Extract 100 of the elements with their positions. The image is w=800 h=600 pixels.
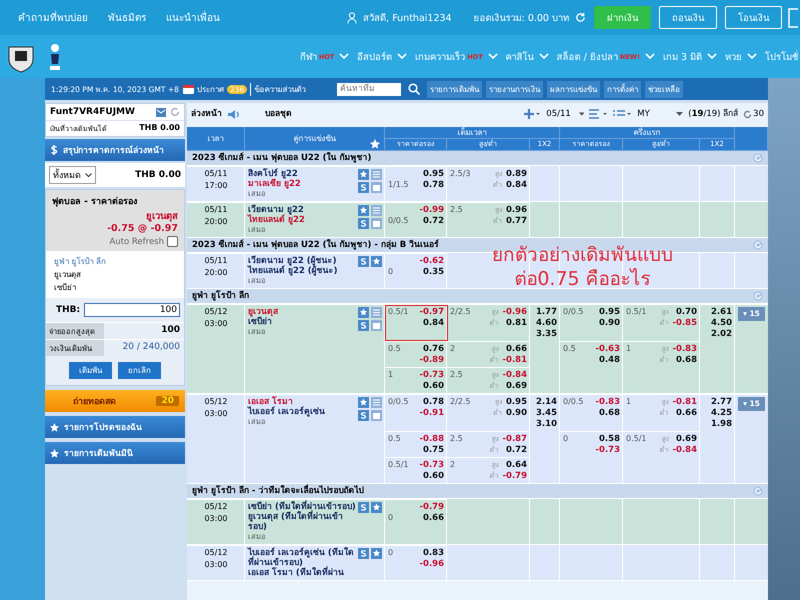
menu-button[interactable]: ช่วยเหลือ [645, 80, 683, 98]
odds-value[interactable]: -0.73 [393, 370, 444, 380]
odds-value[interactable]: 2.77 [711, 397, 732, 407]
search-icon[interactable] [408, 83, 420, 95]
panel-header[interactable]: รายการเดิมพันมินิ [45, 442, 185, 464]
odds-value[interactable]: 0.95 [408, 169, 444, 179]
dollar-icon[interactable] [358, 218, 369, 229]
odds-value[interactable]: 0.48 [576, 355, 620, 365]
auto-refresh-checkbox[interactable] [167, 236, 178, 247]
dollar-icon[interactable] [358, 320, 369, 331]
team-name[interactable]: ยูเวนตุส (ทีมใดที่ผ่านเข้ารอบ) [248, 512, 356, 532]
team-name[interactable]: เวียดนาม ยู22 (ผู้ชนะ) [248, 256, 338, 266]
odds-value[interactable]: -0.79 [393, 502, 444, 512]
chevron-icon[interactable] [644, 53, 655, 60]
star-icon[interactable] [371, 502, 382, 513]
odds-value[interactable]: 0.75 [400, 445, 444, 455]
panel-header[interactable]: สรุปการคาดการณ์ล่วงหน้า [45, 139, 185, 161]
odds-value[interactable]: 0.95 [584, 307, 620, 317]
odds-value[interactable]: -0.84 [672, 445, 697, 455]
odds-value[interactable]: 4.60 [536, 318, 557, 328]
odds-value[interactable]: -0.81 [672, 397, 697, 407]
odds-value[interactable]: -0.73 [568, 445, 620, 455]
menu-button[interactable]: ผลการแข่งขัน [547, 80, 600, 98]
live-stream-bar[interactable]: ถ่ายทอดสด 20 [45, 390, 185, 412]
logout-icon[interactable] [788, 8, 798, 28]
odds-value[interactable]: -0.97 [408, 307, 444, 317]
odds-value[interactable]: 0.70 [672, 307, 697, 317]
refresh-icon[interactable] [753, 240, 763, 250]
odds-value[interactable]: 0.66 [393, 513, 444, 523]
team-name[interactable]: เอเอส โรมา [248, 397, 325, 407]
odds-value[interactable]: 0.66 [672, 408, 697, 418]
chevron-icon[interactable] [339, 53, 350, 60]
chevron-icon[interactable] [397, 53, 408, 60]
list-icon[interactable] [613, 109, 632, 119]
star-icon[interactable] [370, 139, 380, 149]
refresh-icon[interactable] [753, 153, 763, 163]
team-name[interactable]: ไทยแลนด์ ยู22 [248, 215, 305, 225]
odds-value[interactable]: 1.98 [711, 419, 732, 429]
bet-slip-button[interactable]: ยกเลิก [118, 362, 161, 379]
odds-value[interactable]: 0.95 [506, 397, 527, 407]
star-icon[interactable] [358, 307, 369, 318]
odds-value[interactable]: 0.72 [408, 216, 444, 226]
odds-value[interactable]: 0.81 [502, 318, 527, 328]
odds-value[interactable]: 0.69 [502, 381, 527, 391]
calendar-icon[interactable] [371, 218, 382, 229]
team-name[interactable]: เซบีย่า (ทีมใดที่ผ่านเข้ารอบ) [248, 502, 356, 512]
league-header[interactable]: 2023 ซีเกมส์ - เมน ฟุตบอล U22 (ใน กัมพูชา) [187, 151, 768, 166]
bet-slip-button[interactable]: เดิมพัน [69, 362, 112, 379]
filter-dropdown[interactable]: ทั้งหมด [49, 166, 96, 184]
calendar-icon[interactable] [371, 320, 382, 331]
stats-icon[interactable] [371, 205, 382, 216]
refresh-icon[interactable] [753, 291, 763, 301]
odds-value[interactable]: -0.96 [502, 307, 527, 317]
star-icon[interactable] [371, 256, 382, 267]
odds-value[interactable]: -0.62 [393, 256, 444, 266]
odds-value[interactable]: 0.84 [506, 180, 527, 190]
odds-value[interactable]: 2.61 [711, 307, 732, 317]
odds-value[interactable]: 4.50 [711, 318, 732, 328]
search-field[interactable]: ค้นหาทีม [337, 82, 401, 96]
odds-value[interactable]: 2.02 [711, 329, 732, 339]
odds-value[interactable]: 3.10 [536, 419, 557, 429]
odds-value[interactable]: -0.91 [408, 408, 444, 418]
odds-value[interactable]: -0.84 [502, 370, 527, 380]
odds-value[interactable]: 0.78 [408, 397, 444, 407]
refresh-icon[interactable] [743, 110, 752, 118]
odds-value[interactable]: 0.78 [408, 180, 444, 190]
odds-value[interactable]: 0.90 [506, 408, 527, 418]
messages-link[interactable]: ข้อความส่วนตัว [250, 82, 306, 96]
odds-value[interactable]: 0.83 [393, 548, 444, 558]
odds-value[interactable]: 0.68 [584, 408, 620, 418]
league-count[interactable]: (19/19) ลีกส์ [688, 109, 738, 119]
odds-value[interactable]: 0.60 [408, 471, 444, 481]
chevron-icon[interactable] [747, 53, 757, 60]
speaker-icon[interactable] [227, 108, 240, 120]
announcement-link[interactable]: ประกาศ [197, 82, 224, 96]
odds-value[interactable]: 0.68 [672, 355, 697, 365]
odds-value[interactable]: -0.89 [400, 355, 444, 365]
star-icon[interactable] [358, 169, 369, 180]
plus-icon[interactable] [524, 109, 542, 119]
dollar-icon[interactable] [358, 548, 369, 559]
odds-value[interactable]: 4.25 [711, 408, 732, 418]
sort-icon[interactable] [589, 109, 608, 119]
calendar-icon[interactable] [371, 410, 382, 421]
dollar-icon[interactable] [358, 256, 369, 267]
star-icon[interactable] [371, 548, 382, 559]
menu-button[interactable]: รายงานการเงิน [486, 80, 543, 98]
odds-value[interactable]: 0.76 [400, 344, 444, 354]
odds-value[interactable]: -0.83 [672, 344, 697, 354]
odds-value[interactable]: 0.69 [672, 434, 697, 444]
team-name[interactable]: เวียดนาม ยู22 [248, 205, 305, 215]
odds-value[interactable]: 0.96 [506, 205, 527, 215]
team-name[interactable]: ยูเวนตุส [248, 307, 278, 317]
odds-value[interactable]: 2.14 [536, 397, 557, 407]
odds-value[interactable]: 3.35 [536, 329, 557, 339]
odds-value[interactable]: 0.84 [408, 318, 444, 328]
panel-header[interactable]: รายการโปรดของฉัน [45, 416, 185, 438]
date-dropdown[interactable]: 05/11 [546, 109, 584, 119]
odds-value[interactable]: 1.77 [536, 307, 557, 317]
odds-value[interactable]: -0.99 [408, 205, 444, 215]
odds-type-dropdown[interactable]: MY [637, 109, 684, 119]
